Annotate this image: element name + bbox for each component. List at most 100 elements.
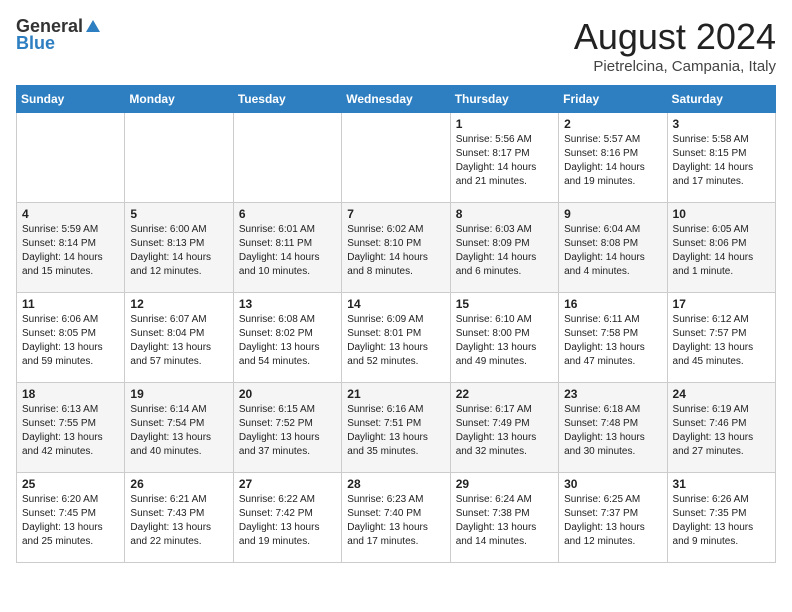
day-number: 15 [456, 297, 553, 311]
calendar-cell: 16 Sunrise: 6:11 AM Sunset: 7:58 PM Dayli… [559, 293, 667, 383]
calendar-cell: 18 Sunrise: 6:13 AM Sunset: 7:55 PM Dayli… [17, 383, 125, 473]
day-number: 4 [22, 207, 119, 221]
month-year-title: August 2024 [574, 16, 776, 58]
logo: General Blue [16, 16, 103, 54]
day-number: 14 [347, 297, 444, 311]
day-number: 10 [673, 207, 770, 221]
calendar-table: SundayMondayTuesdayWednesdayThursdayFrid… [16, 85, 776, 563]
day-number: 29 [456, 477, 553, 491]
col-header-sunday: Sunday [17, 86, 125, 113]
col-header-thursday: Thursday [450, 86, 558, 113]
calendar-cell: 29 Sunrise: 6:24 AM Sunset: 7:38 PM Dayli… [450, 473, 558, 563]
day-info: Sunrise: 5:58 AM Sunset: 8:15 PM Dayligh… [673, 133, 770, 189]
calendar-cell: 30 Sunrise: 6:25 AM Sunset: 7:37 PM Dayli… [559, 473, 667, 563]
calendar-cell [233, 113, 341, 203]
day-number: 11 [22, 297, 119, 311]
day-number: 1 [456, 117, 553, 131]
calendar-cell: 6Sunrise: 6:01 AM Sunset: 8:11 PM Daylig… [233, 203, 341, 293]
day-info: Sunrise: 6:16 AM Sunset: 7:51 PM Dayligh… [347, 403, 444, 459]
logo-icon [84, 18, 102, 36]
col-header-wednesday: Wednesday [342, 86, 450, 113]
day-number: 7 [347, 207, 444, 221]
day-info: Sunrise: 6:06 AM Sunset: 8:05 PM Dayligh… [22, 313, 119, 369]
calendar-cell: 12 Sunrise: 6:07 AM Sunset: 8:04 PM Dayli… [125, 293, 233, 383]
day-info: Sunrise: 6:22 AM Sunset: 7:42 PM Dayligh… [239, 493, 336, 549]
day-info: Sunrise: 6:12 AM Sunset: 7:57 PM Dayligh… [673, 313, 770, 369]
calendar-cell: 10 Sunrise: 6:05 AM Sunset: 8:06 PM Dayli… [667, 203, 775, 293]
calendar-cell: 21 Sunrise: 6:16 AM Sunset: 7:51 PM Dayli… [342, 383, 450, 473]
day-info: Sunrise: 6:14 AM Sunset: 7:54 PM Dayligh… [130, 403, 227, 459]
calendar-cell: 9 Sunrise: 6:04 AM Sunset: 8:08 PM Daylig… [559, 203, 667, 293]
day-number: 26 [130, 477, 227, 491]
calendar-cell: 25 Sunrise: 6:20 AM Sunset: 7:45 PM Dayli… [17, 473, 125, 563]
day-number: 3 [673, 117, 770, 131]
calendar-cell: 4 Sunrise: 5:59 AM Sunset: 8:14 PM Daylig… [17, 203, 125, 293]
day-number: 5 [130, 207, 227, 221]
day-number: 8 [456, 207, 553, 221]
calendar-cell: 23Sunrise: 6:18 AM Sunset: 7:48 PM Dayli… [559, 383, 667, 473]
calendar-cell: 20 Sunrise: 6:15 AM Sunset: 7:52 PM Dayli… [233, 383, 341, 473]
day-info: Sunrise: 6:20 AM Sunset: 7:45 PM Dayligh… [22, 493, 119, 549]
day-number: 28 [347, 477, 444, 491]
location-subtitle: Pietrelcina, Campania, Italy [574, 58, 776, 75]
col-header-tuesday: Tuesday [233, 86, 341, 113]
page-header: General Blue August 2024 Pietrelcina, Ca… [16, 16, 776, 75]
day-info: Sunrise: 6:21 AM Sunset: 7:43 PM Dayligh… [130, 493, 227, 549]
day-info: Sunrise: 6:24 AM Sunset: 7:38 PM Dayligh… [456, 493, 553, 549]
calendar-cell [125, 113, 233, 203]
logo-blue-text: Blue [16, 33, 55, 54]
day-number: 17 [673, 297, 770, 311]
calendar-cell: 19 Sunrise: 6:14 AM Sunset: 7:54 PM Dayli… [125, 383, 233, 473]
day-info: Sunrise: 6:13 AM Sunset: 7:55 PM Dayligh… [22, 403, 119, 459]
day-info: Sunrise: 6:26 AM Sunset: 7:35 PM Dayligh… [673, 493, 770, 549]
calendar-cell: 27Sunrise: 6:22 AM Sunset: 7:42 PM Dayli… [233, 473, 341, 563]
day-number: 22 [456, 387, 553, 401]
calendar-week-row-2: 4 Sunrise: 5:59 AM Sunset: 8:14 PM Daylig… [17, 203, 776, 293]
col-header-friday: Friday [559, 86, 667, 113]
calendar-cell: 11 Sunrise: 6:06 AM Sunset: 8:05 PM Dayli… [17, 293, 125, 383]
day-info: Sunrise: 6:03 AM Sunset: 8:09 PM Dayligh… [456, 223, 553, 279]
calendar-week-row-5: 25 Sunrise: 6:20 AM Sunset: 7:45 PM Dayli… [17, 473, 776, 563]
day-number: 19 [130, 387, 227, 401]
day-info: Sunrise: 6:15 AM Sunset: 7:52 PM Dayligh… [239, 403, 336, 459]
day-number: 23 [564, 387, 661, 401]
day-number: 12 [130, 297, 227, 311]
calendar-cell: 26 Sunrise: 6:21 AM Sunset: 7:43 PM Dayli… [125, 473, 233, 563]
calendar-cell: 15 Sunrise: 6:10 AM Sunset: 8:00 PM Dayli… [450, 293, 558, 383]
calendar-cell: 13Sunrise: 6:08 AM Sunset: 8:02 PM Dayli… [233, 293, 341, 383]
day-info: Sunrise: 6:02 AM Sunset: 8:10 PM Dayligh… [347, 223, 444, 279]
calendar-cell [342, 113, 450, 203]
day-info: Sunrise: 5:56 AM Sunset: 8:17 PM Dayligh… [456, 133, 553, 189]
calendar-cell: 3 Sunrise: 5:58 AM Sunset: 8:15 PM Daylig… [667, 113, 775, 203]
day-number: 18 [22, 387, 119, 401]
day-number: 20 [239, 387, 336, 401]
calendar-cell: 31 Sunrise: 6:26 AM Sunset: 7:35 PM Dayli… [667, 473, 775, 563]
day-number: 30 [564, 477, 661, 491]
calendar-cell: 28 Sunrise: 6:23 AM Sunset: 7:40 PM Dayli… [342, 473, 450, 563]
day-info: Sunrise: 5:59 AM Sunset: 8:14 PM Dayligh… [22, 223, 119, 279]
day-number: 6 [239, 207, 336, 221]
day-number: 31 [673, 477, 770, 491]
day-info: Sunrise: 6:09 AM Sunset: 8:01 PM Dayligh… [347, 313, 444, 369]
day-number: 25 [22, 477, 119, 491]
day-info: Sunrise: 6:23 AM Sunset: 7:40 PM Dayligh… [347, 493, 444, 549]
calendar-cell [17, 113, 125, 203]
calendar-week-row-1: 1 Sunrise: 5:56 AM Sunset: 8:17 PM Daylig… [17, 113, 776, 203]
calendar-cell: 2Sunrise: 5:57 AM Sunset: 8:16 PM Daylig… [559, 113, 667, 203]
day-info: Sunrise: 6:10 AM Sunset: 8:00 PM Dayligh… [456, 313, 553, 369]
calendar-cell: 1 Sunrise: 5:56 AM Sunset: 8:17 PM Daylig… [450, 113, 558, 203]
day-info: Sunrise: 6:11 AM Sunset: 7:58 PM Dayligh… [564, 313, 661, 369]
calendar-cell: 17 Sunrise: 6:12 AM Sunset: 7:57 PM Dayli… [667, 293, 775, 383]
day-info: Sunrise: 6:04 AM Sunset: 8:08 PM Dayligh… [564, 223, 661, 279]
day-number: 9 [564, 207, 661, 221]
day-info: Sunrise: 6:05 AM Sunset: 8:06 PM Dayligh… [673, 223, 770, 279]
day-info: Sunrise: 6:00 AM Sunset: 8:13 PM Dayligh… [130, 223, 227, 279]
day-number: 16 [564, 297, 661, 311]
day-info: Sunrise: 6:07 AM Sunset: 8:04 PM Dayligh… [130, 313, 227, 369]
day-number: 21 [347, 387, 444, 401]
calendar-week-row-3: 11 Sunrise: 6:06 AM Sunset: 8:05 PM Dayli… [17, 293, 776, 383]
col-header-saturday: Saturday [667, 86, 775, 113]
day-info: Sunrise: 6:25 AM Sunset: 7:37 PM Dayligh… [564, 493, 661, 549]
calendar-cell: 14 Sunrise: 6:09 AM Sunset: 8:01 PM Dayli… [342, 293, 450, 383]
day-info: Sunrise: 5:57 AM Sunset: 8:16 PM Dayligh… [564, 133, 661, 189]
